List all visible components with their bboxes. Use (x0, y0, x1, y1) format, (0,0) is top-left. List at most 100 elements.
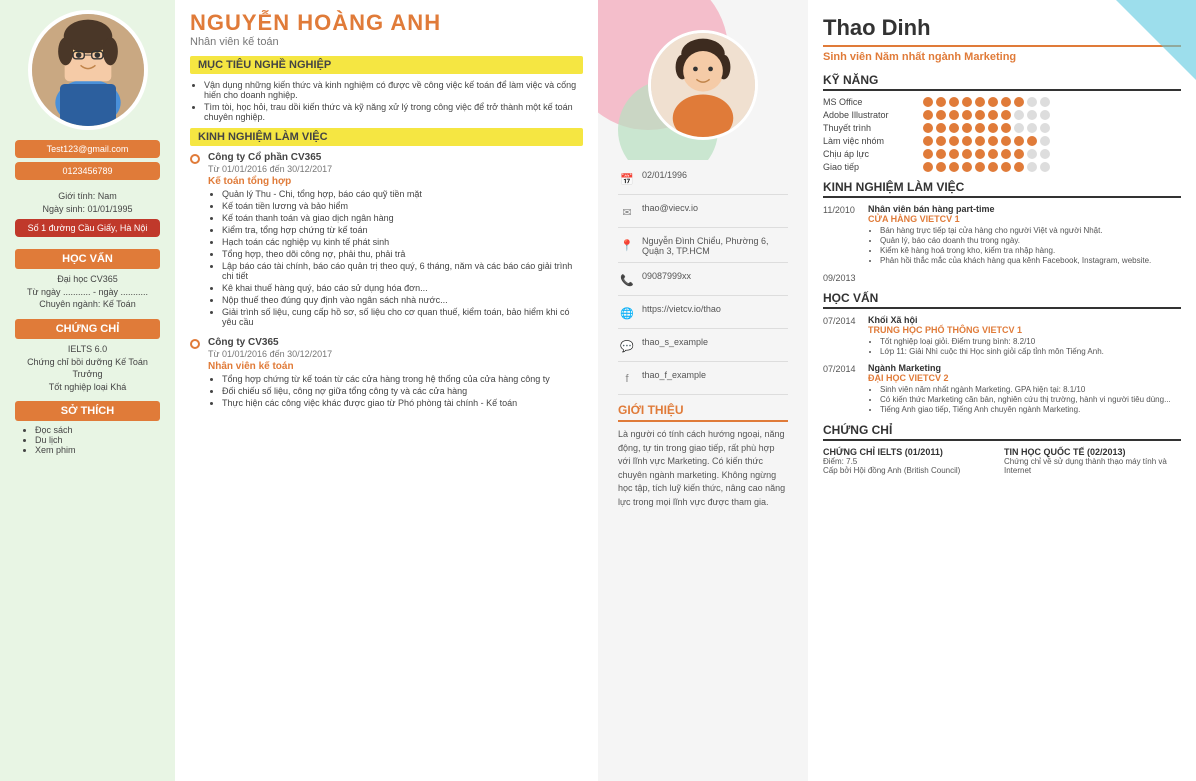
right-chungchi-title: CHỨNG CHỈ (823, 423, 1181, 441)
skill-dot (1001, 123, 1011, 133)
skill-dot (975, 136, 985, 146)
cert-tinhoc: TIN HỌC QUỐC TẾ (02/2013) Chứng chỉ về s… (1004, 447, 1181, 475)
company-2-name: Công ty CV365 (208, 337, 550, 348)
left-duration: Từ ngày ........... - ngày ........... (15, 286, 160, 299)
right-contact-list: 📅 02/01/1996 ✉ thao@viecv.io 📍 Nguyễn Đì… (608, 170, 798, 403)
skill-dot (988, 136, 998, 146)
skill-dot (1001, 162, 1011, 172)
skill-dot (1040, 136, 1050, 146)
location-icon: 📍 (618, 236, 636, 254)
skill-dot (923, 149, 933, 159)
skill-dot (975, 149, 985, 159)
right-email: ✉ thao@viecv.io (618, 203, 788, 228)
left-muctieu-header: MỤC TIÊU NGHỀ NGHIỆP (190, 56, 583, 74)
left-cert2: Chứng chỉ bồi dưỡng Kế Toán Trưởng (15, 356, 160, 381)
job2-bullets: Tổng hợp chứng từ kế toán từ các cửa hàn… (208, 374, 550, 408)
skill-dot (1027, 136, 1037, 146)
skill-row: Giao tiếp (823, 162, 1181, 172)
skill-dot (988, 123, 998, 133)
muctieu-1: Vận dụng những kiến thức và kinh nghiệm … (204, 80, 583, 100)
skill-dot (988, 162, 998, 172)
skill-dot (988, 110, 998, 120)
right-job-1-title: Nhân viên bán hàng part-time (868, 204, 1151, 214)
skill-dot (975, 97, 985, 107)
skill-dot (949, 123, 959, 133)
skill-dot (975, 110, 985, 120)
skill-dot (962, 97, 972, 107)
cv-right: 📅 02/01/1996 ✉ thao@viecv.io 📍 Nguyễn Đì… (598, 0, 1196, 781)
right-avatar (648, 30, 758, 140)
cert-ielts-score: Điểm: 7.5 (823, 457, 1000, 466)
left-muctieu-list: Vận dụng những kiến thức và kinh nghiệm … (190, 80, 583, 122)
left-chungchi-title: CHỨNG CHỈ (15, 319, 160, 339)
skill-dot (1040, 149, 1050, 159)
skill-row: Làm việc nhóm (823, 136, 1181, 146)
skill-dot (1014, 123, 1024, 133)
skill-dot (1040, 123, 1050, 133)
skill-dot (1001, 136, 1011, 146)
right-edu-2-level: Ngành Marketing (868, 363, 1171, 373)
email-icon: ✉ (618, 203, 636, 221)
skill-dot (936, 162, 946, 172)
skill-dots (923, 123, 1050, 133)
skill-dot (936, 97, 946, 107)
skill-dot (923, 97, 933, 107)
left-main: NGUYỄN HOÀNG ANH Nhân viên kế toán MỤC T… (175, 0, 598, 781)
cert-tinhoc-desc: Chứng chỉ về sử dụng thành thạo máy tính… (1004, 457, 1181, 475)
right-edu-2-content: Ngành Marketing ĐẠI HỌC VIETCV 2 Sinh vi… (868, 363, 1171, 415)
skill-dot (1027, 110, 1037, 120)
skill-dot (936, 149, 946, 159)
skill-dot (923, 123, 933, 133)
skill-name: Làm việc nhóm (823, 136, 923, 146)
skill-dot (1001, 110, 1011, 120)
skill-row: MS Office (823, 97, 1181, 107)
hobby-2: Du lịch (35, 435, 160, 445)
right-edu-2-date: 07/2014 (823, 363, 868, 415)
skill-dot (923, 162, 933, 172)
skill-dot (962, 162, 972, 172)
skill-dot (962, 149, 972, 159)
skill-dots (923, 97, 1050, 107)
right-edu-1: 07/2014 Khối Xã hội TRUNG HỌC PHỔ THÔNG … (823, 315, 1181, 357)
skill-dot (1027, 123, 1037, 133)
right-intro-title: GIỚI THIỆU (618, 403, 788, 422)
skill-dot (1014, 149, 1024, 159)
left-hobbies: Đọc sách Du lịch Xem phim (15, 425, 160, 455)
skill-dot (1014, 162, 1024, 172)
skill-dot (988, 149, 998, 159)
left-gender: Giới tính: Nam (15, 190, 160, 203)
cv-left: Test123@gmail.com 0123456789 Giới tính: … (0, 0, 598, 781)
right-edu-2: 07/2014 Ngành Marketing ĐẠI HỌC VIETCV 2… (823, 363, 1181, 415)
skill-dots (923, 110, 1050, 120)
left-sothich-title: SỞ THÍCH (15, 401, 160, 421)
right-edu-1-school: TRUNG HỌC PHỔ THÔNG VIETCV 1 (868, 325, 1104, 335)
skill-row: Thuyết trình (823, 123, 1181, 133)
left-address: Số 1 đường Cầu Giấy, Hà Nội (15, 219, 160, 237)
skill-dot (949, 97, 959, 107)
skill-dot (936, 123, 946, 133)
right-edu-1-bullets: Tốt nghiệp loại giỏi. Điểm trung bình: 8… (868, 337, 1104, 356)
right-website: 🌐 https://vietcv.io/thao (618, 304, 788, 329)
facebook-icon: f (618, 370, 636, 388)
left-name: NGUYỄN HOÀNG ANH (190, 10, 583, 36)
right-sidebar: 📅 02/01/1996 ✉ thao@viecv.io 📍 Nguyễn Đì… (598, 0, 808, 781)
skill-dots (923, 162, 1050, 172)
left-hocvan-title: HỌC VẤN (15, 249, 160, 269)
right-intro: GIỚI THIỆU Là người có tính cách hướng n… (608, 403, 798, 509)
skill-dot (949, 149, 959, 159)
company-2-role: Nhân viên kế toán (208, 361, 550, 372)
left-contact-phone: 0123456789 (15, 162, 160, 180)
right-kinhnghiem-title: KINH NGHIỆM LÀM VIỆC (823, 180, 1181, 198)
cert-ielts-title: CHỨNG CHỈ IELTS (01/2011) (823, 447, 1000, 457)
skill-dot (962, 110, 972, 120)
skill-dot (1014, 110, 1024, 120)
skill-dot (936, 136, 946, 146)
left-ielts: IELTS 6.0 (15, 343, 160, 356)
left-dob: Ngày sinh: 01/01/1995 (15, 203, 160, 216)
cert-tinhoc-title: TIN HỌC QUỐC TẾ (02/2013) (1004, 447, 1181, 457)
right-edu-1-level: Khối Xã hội (868, 315, 1104, 325)
skill-dot (1027, 97, 1037, 107)
right-phone: 📞 09087999xx (618, 271, 788, 296)
skill-dot (1040, 97, 1050, 107)
skill-dot (1040, 110, 1050, 120)
